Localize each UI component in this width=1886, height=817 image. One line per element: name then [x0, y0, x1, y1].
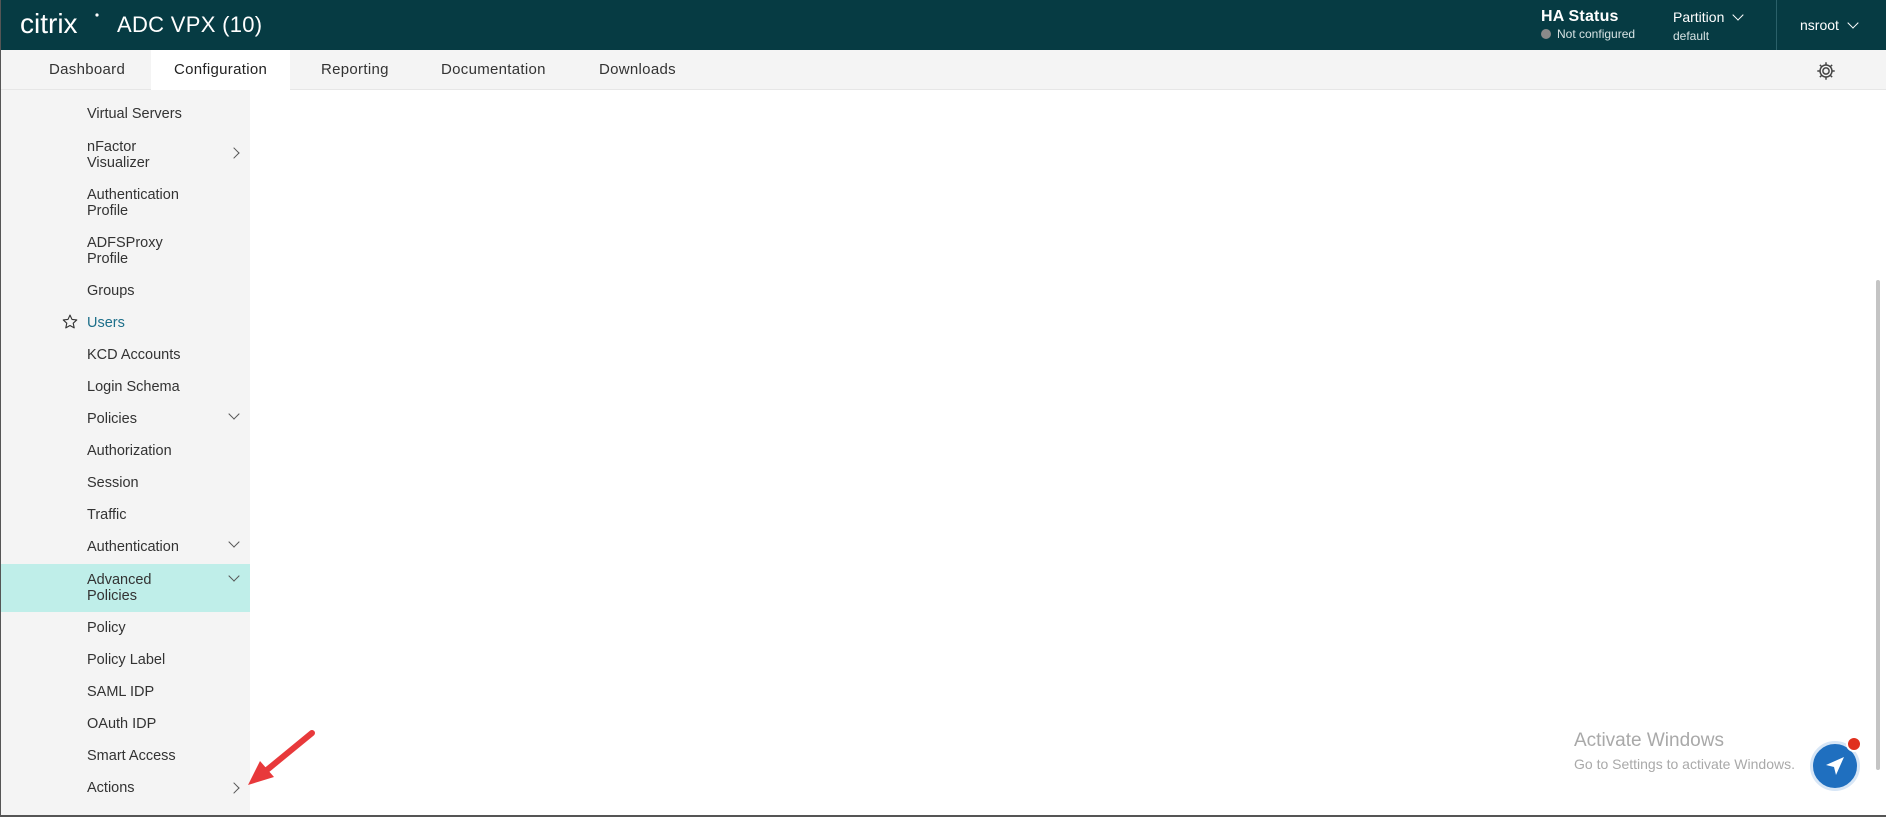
user-menu[interactable]: nsroot	[1800, 17, 1859, 33]
sidebar-item-authorization[interactable]: Authorization	[0, 443, 250, 463]
ha-status-value: Not configured	[1557, 27, 1636, 41]
sidebar-item-authentication-profile[interactable]: Authentication Profile	[0, 187, 250, 221]
chevron-down-icon	[228, 536, 240, 548]
chevron-down-icon	[228, 408, 240, 420]
sidebar-item-session[interactable]: Session	[0, 475, 250, 495]
tab-documentation[interactable]: Documentation	[418, 50, 569, 90]
svg-text:citrix: citrix	[20, 9, 78, 39]
ha-status-label: HA Status	[1541, 8, 1619, 25]
activate-windows-watermark: Activate Windows Go to Settings to activ…	[1574, 730, 1795, 772]
username: nsroot	[1800, 17, 1839, 33]
chevron-down-icon	[1847, 17, 1859, 29]
tab-reporting[interactable]: Reporting	[298, 50, 412, 90]
vertical-scrollbar[interactable]	[1876, 280, 1880, 770]
sidebar-item-smart-access[interactable]: Smart Access	[0, 748, 250, 768]
citrix-logo: citrix	[20, 9, 99, 39]
main-nav: Dashboard Configuration Reporting Docume…	[0, 50, 1886, 90]
sidebar-item-saml-idp[interactable]: SAML IDP	[0, 684, 250, 704]
app-title: ADC VPX (10)	[117, 12, 263, 37]
sidebar-item-traffic[interactable]: Traffic	[0, 507, 250, 527]
sidebar-item-kcd-accounts[interactable]: KCD Accounts	[0, 347, 250, 367]
partition-dropdown[interactable]: Partition default	[1673, 9, 1745, 43]
sidebar-item-authentication[interactable]: Authentication	[0, 536, 250, 559]
sidebar: Virtual Servers nFactor Visualizer Authe…	[0, 90, 250, 817]
sidebar-item-actions[interactable]: Actions	[0, 780, 250, 800]
watermark-subtitle: Go to Settings to activate Windows.	[1574, 756, 1795, 772]
annotation-arrow-icon	[248, 730, 315, 785]
window-border-left	[0, 0, 1, 817]
notification-badge	[1846, 736, 1862, 752]
sidebar-item-policy[interactable]: Policy	[0, 620, 250, 640]
chevron-right-icon	[228, 782, 240, 794]
partition-value: default	[1673, 29, 1710, 43]
watermark-title: Activate Windows	[1574, 730, 1724, 751]
tab-configuration[interactable]: Configuration	[151, 50, 291, 90]
ha-status: HA Status Not configured	[1541, 8, 1635, 41]
top-header: citrix ADC VPX (10) HA Status Not config…	[0, 0, 1886, 50]
sidebar-item-oauth-idp[interactable]: OAuth IDP	[0, 716, 250, 736]
sidebar-item-policy-label[interactable]: Policy Label	[0, 652, 250, 672]
sidebar-item-virtual-servers[interactable]: Virtual Servers	[0, 106, 250, 126]
sidebar-item-adfsproxy-profile[interactable]: ADFSProxy Profile	[0, 235, 250, 269]
sidebar-item-nfactor-visualizer[interactable]: nFactor Visualizer	[0, 139, 250, 173]
status-dot-icon	[1541, 29, 1551, 39]
sidebar-item-policies[interactable]: Policies	[0, 408, 250, 431]
sidebar-item-groups[interactable]: Groups	[0, 283, 250, 303]
sidebar-item-login-schema[interactable]: Login Schema	[0, 379, 250, 399]
tab-downloads[interactable]: Downloads	[576, 50, 699, 90]
chevron-down-icon	[1732, 9, 1745, 21]
chevron-down-icon	[228, 570, 240, 582]
gear-icon[interactable]	[1815, 60, 1837, 82]
star-icon[interactable]	[61, 313, 79, 331]
header-divider	[1776, 0, 1777, 50]
partition-label: Partition	[1673, 9, 1725, 25]
sidebar-item-users[interactable]: Users	[0, 313, 250, 335]
chevron-right-icon	[228, 147, 240, 159]
main-content	[250, 90, 1886, 817]
sidebar-item-advanced-policies[interactable]: Advanced Policies	[0, 564, 250, 612]
tab-dashboard[interactable]: Dashboard	[26, 50, 148, 90]
